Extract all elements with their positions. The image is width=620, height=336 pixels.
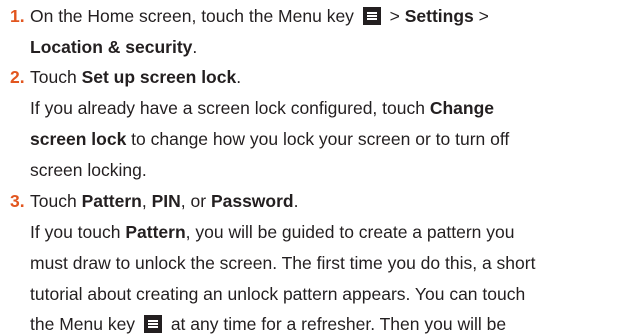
step-2-note-line-1: If you already have a screen lock config… <box>30 98 495 118</box>
step-3-detail-line-4: the Menu key at any time for a refresher… <box>30 314 507 334</box>
step-3-number: 3. <box>10 191 25 211</box>
step-3-detail-line-3: tutorial about creating an unlock patter… <box>30 284 526 304</box>
menu-key-icon <box>143 315 162 333</box>
step-2-note-line-2: screen lock to change how you lock your … <box>30 129 510 149</box>
pattern-label: Pattern <box>125 222 186 242</box>
location-security-label: Location & security <box>30 37 193 57</box>
pattern-option-label: Pattern <box>81 191 142 211</box>
step-1-number: 1. <box>10 6 25 26</box>
password-option-label: Password <box>210 191 294 211</box>
set-up-screen-lock-label: Set up screen lock <box>81 67 237 87</box>
step-1-line-1: 1. On the Home screen, touch the Menu key… <box>10 6 489 26</box>
step-2-line-1: 2. Touch Set up screen lock. <box>10 67 242 87</box>
step-2-note-line-3: screen locking. <box>30 160 147 180</box>
step-1-line-2: Location & security. <box>30 37 198 57</box>
step-2-number: 2. <box>10 67 25 87</box>
change-screen-lock-label: Change <box>429 98 495 118</box>
step-3-detail-line-2: must draw to unlock the screen. The firs… <box>30 253 536 273</box>
instruction-document: 1. On the Home screen, touch the Menu key… <box>0 0 620 335</box>
step-3-detail-line-1: If you touch Pattern, you will be guided… <box>30 222 515 242</box>
step-3-line-1: 3. Touch Pattern, PIN, or Password. <box>10 191 299 211</box>
change-screen-lock-label-cont: screen lock <box>30 129 127 149</box>
settings-label: Settings <box>404 6 474 26</box>
menu-key-icon <box>362 7 381 25</box>
pin-option-label: PIN <box>151 191 181 211</box>
